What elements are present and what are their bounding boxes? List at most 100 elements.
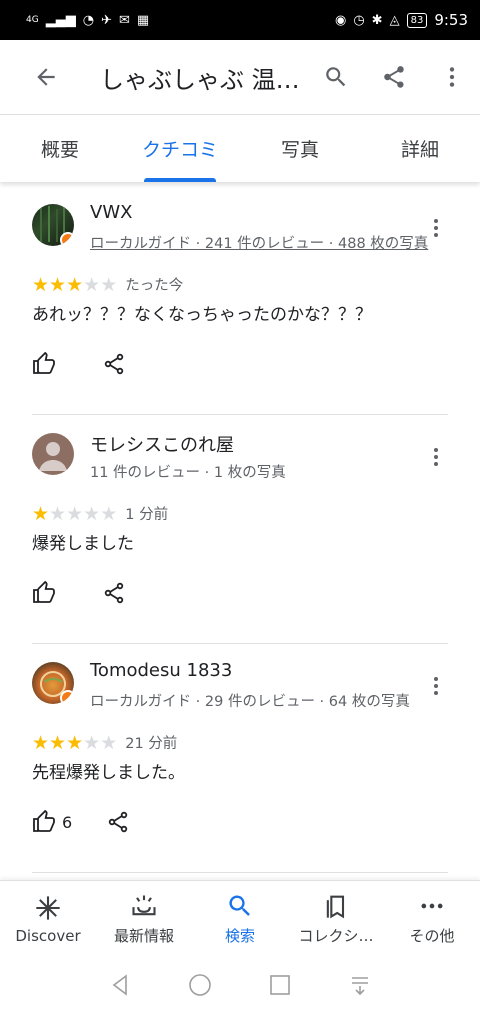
tab-details[interactable]: 詳細 bbox=[360, 115, 480, 182]
reviewer-name[interactable]: Tomodesu 1833 bbox=[90, 660, 232, 681]
star-icon: ★ bbox=[49, 731, 67, 754]
star-icon: ★ bbox=[32, 731, 50, 754]
avatar[interactable] bbox=[32, 662, 74, 704]
star-icon: ★ bbox=[83, 502, 101, 525]
wifi-icon: ◔ bbox=[82, 12, 95, 28]
app-bar: しゃぶしゃぶ 温… bbox=[0, 40, 480, 114]
local-guide-badge bbox=[60, 232, 74, 246]
share-icon[interactable] bbox=[102, 352, 126, 376]
nav-label: 検索 bbox=[224, 927, 255, 945]
star-icon: ★ bbox=[49, 502, 67, 525]
share-icon[interactable] bbox=[102, 581, 126, 605]
arrow-back-icon bbox=[37, 68, 55, 86]
star-icon: ★ bbox=[100, 502, 118, 525]
system-notifications-icon[interactable] bbox=[348, 973, 372, 997]
review-text: あれッ？？？なくなっちゃったのかな？？？ bbox=[32, 305, 372, 325]
local-guide-badge bbox=[60, 690, 74, 704]
review-text: 先程爆発しました。 bbox=[32, 763, 185, 783]
rating: ★ ★ ★ ★ ★ 21 分前 bbox=[32, 732, 177, 753]
nav-discover[interactable]: Discover bbox=[0, 881, 96, 956]
review-menu-button[interactable] bbox=[426, 214, 446, 242]
mute-icon: ◬ bbox=[389, 12, 400, 28]
rating: ★ ★ ★ ★ ★ 1 分前 bbox=[32, 503, 168, 524]
app-icon: ▦ bbox=[136, 12, 150, 28]
review-text: 爆発しました bbox=[32, 534, 134, 554]
nav-label: その他 bbox=[409, 927, 455, 945]
more-icon bbox=[421, 903, 443, 909]
discover-icon bbox=[36, 895, 60, 920]
share-icon bbox=[384, 66, 404, 88]
clock: 9:53 bbox=[434, 11, 468, 29]
notification-icon: ✈ bbox=[101, 12, 112, 28]
review-time: たった今 bbox=[125, 278, 184, 294]
review-time: 1 分前 bbox=[125, 507, 169, 523]
status-bar: 4G ▂▄▆ ◔ ✈ ✉ ▦ ◉ ◷ ✱ ◬ 83 9:53 bbox=[0, 0, 480, 40]
star-icon: ★ bbox=[66, 502, 84, 525]
star-icon: ★ bbox=[32, 273, 50, 296]
nav-label: Discover bbox=[15, 926, 81, 945]
nav-search[interactable]: 検索 bbox=[192, 881, 288, 956]
star-icon: ★ bbox=[32, 502, 50, 525]
nav-collections[interactable]: コレクシ… bbox=[288, 881, 384, 956]
review-item: モレシスこのれ屋 11 件のレビュー · 1 枚の写真 ★ ★ ★ ★ ★ 1 分前 爆… bbox=[32, 415, 448, 644]
system-home-icon[interactable] bbox=[188, 973, 212, 997]
reviewer-meta[interactable]: ローカルガイド · 241 件のレビュー · 488 枚の写真 bbox=[90, 232, 428, 253]
star-icon: ★ bbox=[83, 731, 101, 754]
overflow-menu-button[interactable] bbox=[438, 63, 466, 91]
nav-more[interactable]: その他 bbox=[384, 881, 480, 956]
tab-reviews[interactable]: クチコミ bbox=[120, 115, 240, 182]
bluetooth-icon: ✱ bbox=[371, 12, 383, 28]
search-button[interactable] bbox=[322, 63, 350, 91]
review-actions: 6 bbox=[32, 810, 130, 834]
mail-icon: ✉ bbox=[118, 12, 130, 28]
tab-overview[interactable]: 概要 bbox=[0, 115, 120, 182]
avatar[interactable] bbox=[32, 433, 74, 475]
search-icon bbox=[326, 67, 346, 87]
review-item: VWX ローカルガイド · 241 件のレビュー · 488 枚の写真 ★ ★ ★ ★… bbox=[32, 186, 448, 415]
nav-updates[interactable]: 最新情報 bbox=[96, 881, 192, 956]
share-button[interactable] bbox=[380, 63, 408, 91]
star-icon: ★ bbox=[49, 273, 67, 296]
nav-label: 最新情報 bbox=[113, 927, 174, 945]
system-recents-icon[interactable] bbox=[268, 973, 292, 997]
thumb-up-icon[interactable] bbox=[32, 581, 56, 605]
nav-label: コレクシ… bbox=[298, 927, 374, 945]
like-count: 6 bbox=[62, 812, 73, 832]
signal-icon: ▂▄▆ bbox=[45, 12, 76, 28]
review-item: Tomodesu 1833 ローカルガイド · 29 件のレビュー · 64 枚… bbox=[32, 644, 448, 873]
eye-icon: ◉ bbox=[334, 12, 347, 28]
collections-icon bbox=[326, 895, 345, 919]
thumb-up-icon[interactable] bbox=[32, 810, 56, 834]
battery-icon: 83 bbox=[406, 12, 428, 28]
star-icon: ★ bbox=[100, 731, 118, 754]
tab-bar: 概要 クチコミ 写真 詳細 bbox=[0, 114, 480, 182]
review-menu-button[interactable] bbox=[426, 443, 446, 471]
review-menu-button[interactable] bbox=[426, 672, 446, 700]
system-back-icon[interactable] bbox=[108, 973, 132, 997]
person-icon bbox=[39, 442, 67, 471]
share-icon[interactable] bbox=[106, 810, 130, 834]
search-icon bbox=[229, 895, 250, 916]
tab-photos[interactable]: 写真 bbox=[240, 115, 360, 182]
reviewer-meta[interactable]: 11 件のレビュー · 1 枚の写真 bbox=[90, 461, 286, 482]
page-title: しゃぶしゃぶ 温… bbox=[100, 65, 300, 94]
back-button[interactable] bbox=[32, 63, 60, 91]
star-icon: ★ bbox=[83, 273, 101, 296]
network-label: 4G bbox=[26, 14, 39, 25]
star-icon: ★ bbox=[66, 731, 84, 754]
avatar[interactable] bbox=[32, 204, 74, 246]
rating: ★ ★ ★ ★ ★ たった今 bbox=[32, 274, 183, 295]
star-icon: ★ bbox=[100, 273, 118, 296]
reviewer-name[interactable]: VWX bbox=[90, 202, 132, 223]
review-list: VWX ローカルガイド · 241 件のレビュー · 488 枚の写真 ★ ★ ★ ★… bbox=[0, 186, 480, 873]
thumb-up-icon[interactable] bbox=[32, 352, 56, 376]
more-vert-icon bbox=[449, 67, 455, 87]
review-actions bbox=[32, 352, 126, 376]
review-actions bbox=[32, 581, 126, 605]
reviewer-meta[interactable]: ローカルガイド · 29 件のレビュー · 64 枚の写真 bbox=[90, 690, 410, 711]
bottom-navigation: Discover 最新情報 検索 コレクシ… その他 bbox=[0, 880, 480, 956]
updates-icon bbox=[132, 895, 156, 916]
star-icon: ★ bbox=[66, 273, 84, 296]
review-time: 21 分前 bbox=[125, 736, 178, 752]
reviewer-name[interactable]: モレシスこのれ屋 bbox=[90, 431, 234, 457]
